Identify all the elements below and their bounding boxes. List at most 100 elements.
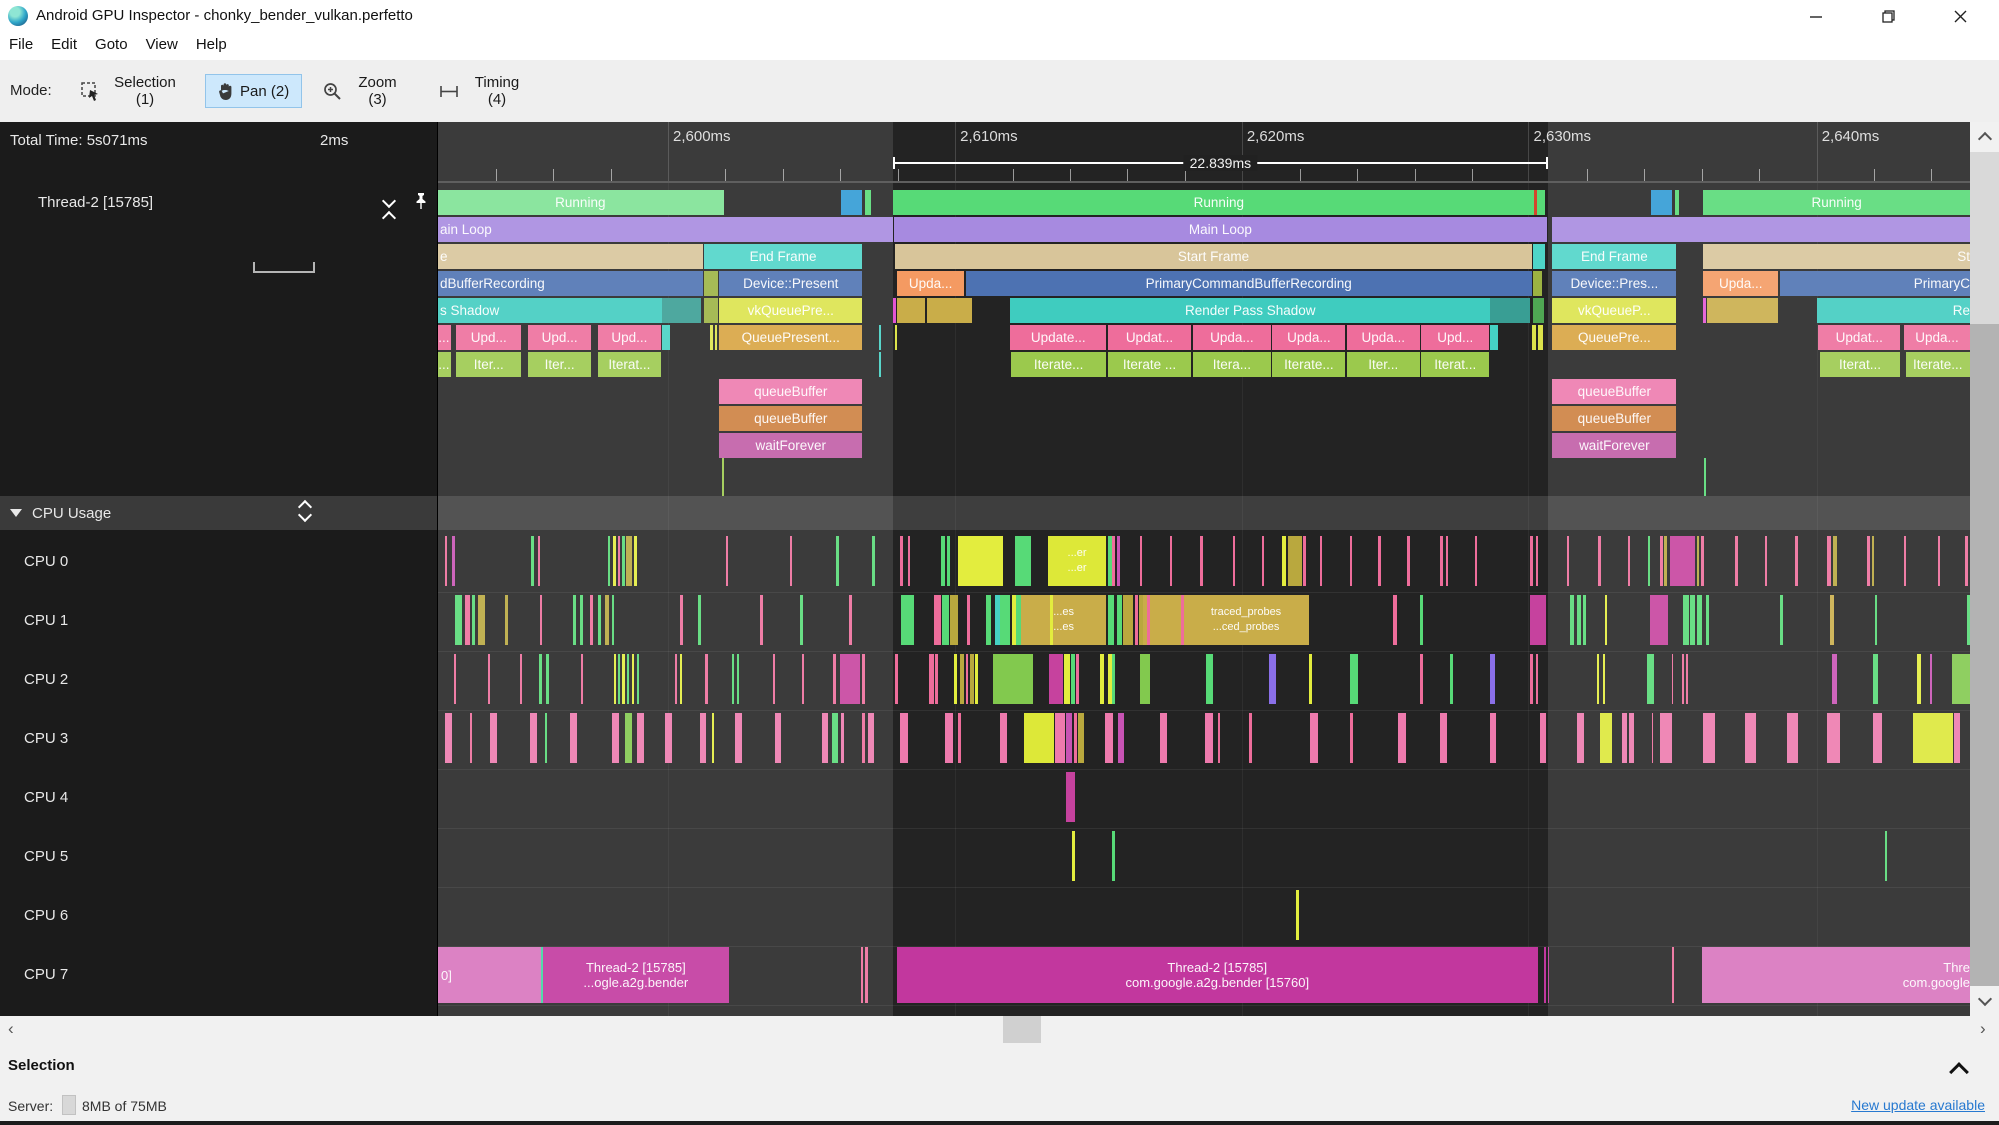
cpu-slice[interactable] — [1683, 595, 1689, 645]
cpu-slice[interactable] — [664, 713, 672, 763]
cpu-slice[interactable] — [1349, 536, 1353, 586]
collapse-selection-icon[interactable] — [1949, 1059, 1969, 1082]
cpu-slice[interactable] — [1666, 713, 1672, 763]
cpu-slice[interactable] — [735, 713, 743, 763]
cpu-slice[interactable] — [1474, 536, 1478, 586]
vertical-scrollbar-thumb[interactable] — [1970, 152, 1999, 324]
cpu-slice[interactable] — [545, 713, 548, 763]
trace-slice[interactable] — [662, 325, 670, 350]
mode-button-timing[interactable]: Timing (4) — [428, 74, 540, 108]
cpu-slice[interactable] — [1303, 536, 1307, 586]
trace-slice[interactable] — [703, 298, 719, 323]
trace-slice[interactable]: Upd... — [1421, 325, 1490, 350]
cpu-slice[interactable] — [1786, 713, 1798, 763]
cpu-slice[interactable] — [965, 654, 969, 704]
trace-slice[interactable]: Iter... — [1346, 352, 1420, 377]
cpu-slice[interactable] — [1014, 536, 1032, 586]
cpu-slice[interactable] — [1576, 713, 1585, 763]
cpu-slice[interactable] — [1073, 713, 1078, 763]
trace-slice[interactable]: queueBuffer — [719, 379, 863, 404]
cpu-slice[interactable] — [614, 654, 617, 704]
cpu-slice[interactable] — [1566, 536, 1570, 586]
collapse-cpu-icon[interactable] — [10, 509, 22, 517]
cpu-slice[interactable] — [545, 654, 549, 704]
cpu-slice[interactable] — [611, 713, 619, 763]
cpu-slice[interactable] — [699, 713, 707, 763]
cpu-slice[interactable] — [899, 713, 908, 763]
cpu-slice[interactable] — [444, 713, 452, 763]
cpu-slice[interactable] — [1700, 536, 1705, 586]
cpu-slice[interactable] — [1296, 890, 1300, 940]
trace-slice[interactable]: Iterate ... — [1107, 352, 1192, 377]
minimize-button[interactable] — [1793, 0, 1839, 32]
cpu-slice[interactable] — [933, 595, 941, 645]
restore-button[interactable] — [1865, 0, 1911, 32]
trace-slice[interactable]: Iterat... — [597, 352, 661, 377]
horizontal-scrollbar-thumb[interactable] — [1003, 1016, 1041, 1043]
cpu-slice[interactable] — [1310, 713, 1318, 763]
cpu-usage-header[interactable]: CPU Usage — [0, 496, 437, 530]
trace-slice[interactable]: Upda... — [1192, 325, 1271, 350]
cpu-slice[interactable] — [1108, 654, 1112, 704]
cpu-slice[interactable] — [1123, 595, 1133, 645]
cpu-slice[interactable] — [821, 713, 828, 763]
trace-slice[interactable]: St — [1703, 244, 1970, 269]
cpu-slice[interactable] — [530, 536, 534, 586]
cpu-slice[interactable] — [958, 713, 961, 763]
cpu-slice[interactable] — [999, 713, 1008, 763]
cpu-slice[interactable] — [1703, 713, 1715, 763]
vertical-scrollbar[interactable] — [1970, 122, 1999, 1016]
trace-slice[interactable] — [840, 190, 862, 215]
cpu-slice[interactable] — [1913, 713, 1954, 763]
cpu-slice[interactable] — [849, 595, 852, 645]
trace-slice[interactable]: PrimaryCommandBufferRecording — [965, 271, 1532, 296]
cpu-slice[interactable] — [573, 595, 577, 645]
trace-slice[interactable]: QueuePresent... — [719, 325, 863, 350]
cpu-slice[interactable] — [1048, 654, 1064, 704]
cpu-slice[interactable] — [1744, 713, 1757, 763]
cpu-slice[interactable] — [1779, 595, 1783, 645]
menu-edit[interactable]: Edit — [42, 32, 86, 57]
menu-file[interactable]: File — [0, 32, 42, 57]
cpu-slice[interactable] — [1392, 595, 1398, 645]
trace-slice[interactable]: Updat... — [1107, 325, 1192, 350]
cpu-slice[interactable] — [901, 595, 914, 645]
cpu-slice[interactable] — [1439, 536, 1443, 586]
cpu-slice[interactable] — [967, 595, 971, 645]
cpu-slice[interactable] — [1169, 536, 1173, 586]
cpu-slice[interactable] — [840, 654, 861, 704]
cpu-slice[interactable] — [941, 536, 946, 586]
trace-slice[interactable]: waitForever — [719, 433, 863, 458]
cpu-slice[interactable] — [465, 595, 470, 645]
cpu-slice[interactable] — [1735, 536, 1738, 586]
cpu-slice[interactable] — [505, 595, 509, 645]
trace-slice[interactable]: Upda... — [1904, 325, 1970, 350]
trace-slice[interactable] — [1490, 298, 1530, 323]
trace-slice[interactable]: Running — [437, 190, 724, 215]
trace-slice[interactable] — [662, 298, 701, 323]
trace-slice[interactable]: queueBuffer — [719, 406, 863, 431]
trace-slice[interactable] — [1651, 190, 1673, 215]
cpu-slice[interactable] — [907, 536, 910, 586]
cpu-slice[interactable] — [736, 654, 739, 704]
cpu-slice[interactable] — [1530, 654, 1534, 704]
cpu-slice[interactable] — [1159, 713, 1168, 763]
cpu-slice[interactable] — [1309, 654, 1313, 704]
cpu-slice[interactable] — [617, 536, 621, 586]
cpu-slice[interactable] — [1543, 947, 1546, 1003]
cpu-slice[interactable] — [985, 595, 992, 645]
cpu-slice[interactable] — [1232, 536, 1235, 586]
trace-slice[interactable]: Update... — [1010, 325, 1107, 350]
trace-slice[interactable]: Itera... — [1192, 352, 1271, 377]
trace-slice[interactable]: Render Pass Shadow — [1010, 298, 1491, 323]
cpu-slice[interactable] — [1439, 713, 1448, 763]
cpu-slice[interactable] — [597, 595, 602, 645]
cpu-slice[interactable] — [1050, 595, 1054, 645]
cpu-slice[interactable] — [760, 595, 763, 645]
trace-slice[interactable] — [926, 298, 972, 323]
trace-slice[interactable]: Upd... — [528, 325, 592, 350]
trace-slice[interactable] — [878, 325, 881, 350]
trace-slice[interactable]: ain Loop — [437, 217, 894, 242]
trace-slice[interactable] — [1674, 190, 1680, 215]
cpu-slice[interactable] — [622, 536, 625, 586]
